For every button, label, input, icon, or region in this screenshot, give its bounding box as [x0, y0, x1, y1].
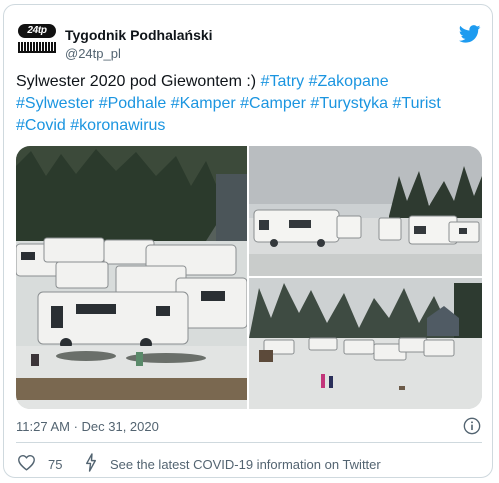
hashtag-kamper[interactable]: #Kamper — [171, 95, 236, 112]
hashtag-turist[interactable]: #Turist — [393, 95, 441, 112]
tweet-text-plain: Sylwester 2020 pod Giewontem :) — [16, 73, 257, 90]
hashtag-koronawirus[interactable]: #koronawirus — [70, 117, 165, 134]
like-count[interactable]: 75 — [48, 457, 62, 472]
hashtag-covid[interactable]: #Covid — [16, 117, 66, 134]
hashtag-sylwester[interactable]: #Sylwester — [16, 95, 94, 112]
account-handle[interactable]: @24tp_pl — [65, 46, 121, 61]
hashtag-turystyka[interactable]: #Turystyka — [310, 95, 388, 112]
tweet-card: 24tp Tygodnik Podhalański @24tp_pl Sylwe… — [3, 4, 493, 478]
divider — [16, 442, 482, 443]
lightning-icon — [86, 453, 96, 472]
info-icon[interactable] — [463, 417, 481, 435]
tweet-timestamp[interactable]: 11:27 AM · Dec 31, 2020 — [16, 419, 159, 434]
avatar[interactable]: 24tp — [16, 19, 58, 57]
covid-info-link[interactable]: See the latest COVID-19 information on T… — [110, 457, 381, 472]
logo-stripe — [18, 41, 56, 53]
photo-campers-forest[interactable] — [16, 146, 247, 409]
account-name[interactable]: Tygodnik Podhalański — [65, 27, 213, 43]
hashtag-podhale[interactable]: #Podhale — [99, 95, 167, 112]
media-grid — [16, 146, 482, 409]
photo-campers-valley[interactable] — [249, 278, 482, 409]
logo-text: 24tp — [18, 23, 56, 38]
twitter-bird-icon[interactable] — [459, 25, 481, 43]
hashtag-tatry[interactable]: #Tatry — [261, 73, 305, 90]
hashtag-camper[interactable]: #Camper — [240, 95, 306, 112]
photo-campers-snowy-field[interactable] — [249, 146, 482, 276]
heart-icon[interactable] — [17, 454, 36, 471]
tweet-text: Sylwester 2020 pod Giewontem :) #Tatry #… — [16, 71, 486, 137]
hashtag-zakopane[interactable]: #Zakopane — [309, 73, 389, 90]
